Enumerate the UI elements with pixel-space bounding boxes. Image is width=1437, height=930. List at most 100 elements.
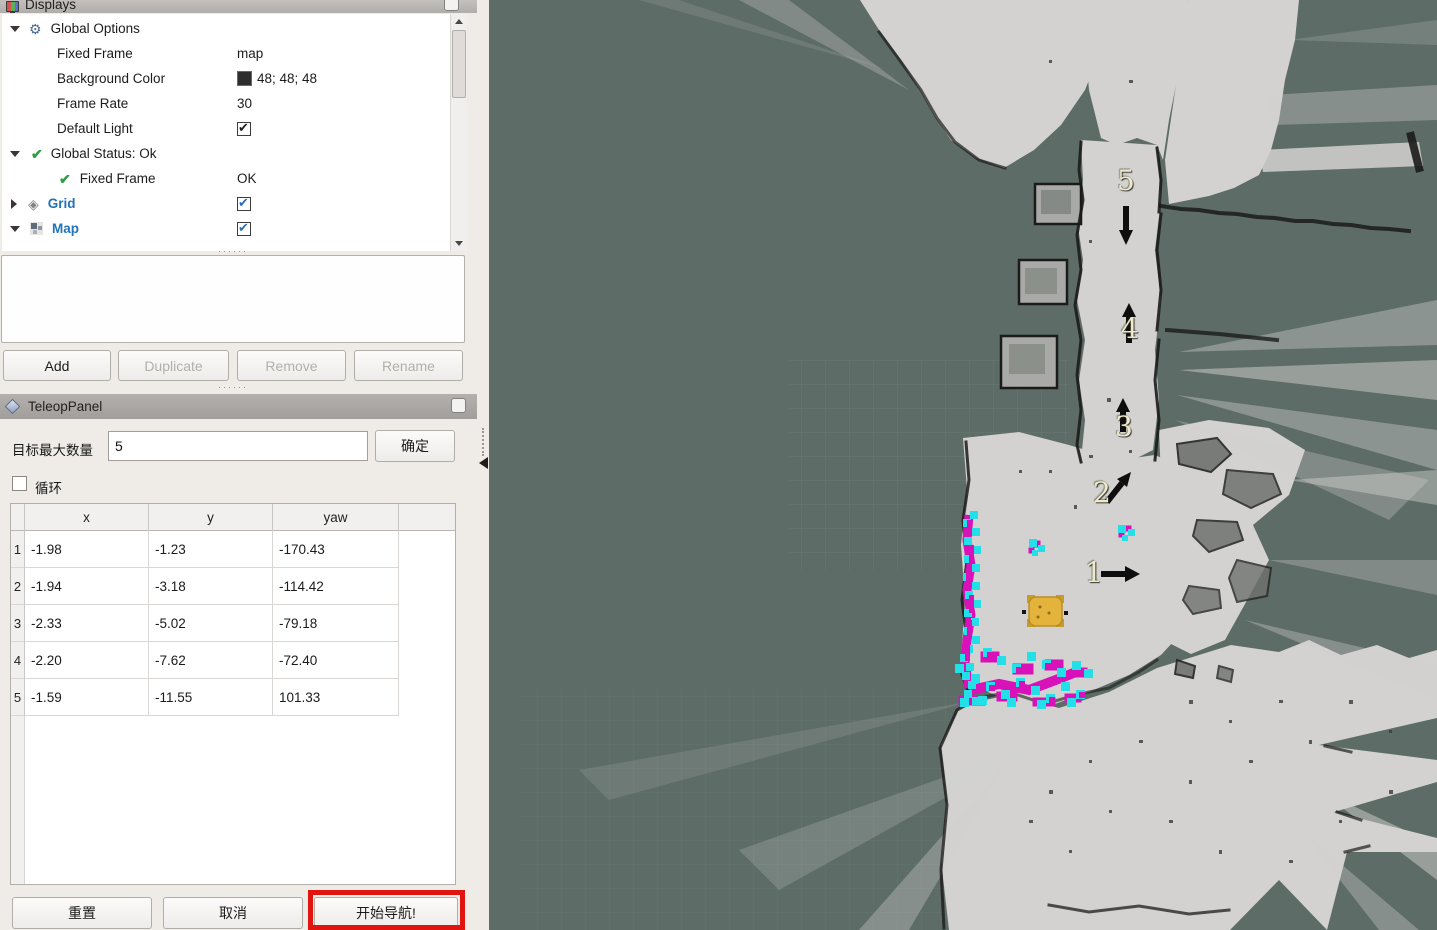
fixed-frame-status-value: OK xyxy=(237,166,257,191)
tree-row-global-options[interactable]: ⚙ Global Options xyxy=(2,16,449,41)
waypoint-3-label: 3 xyxy=(1115,410,1133,443)
left-dock: Displays ⚙ Global Options Fixed Frame ma… xyxy=(0,0,477,930)
cell-x[interactable]: -1.98 xyxy=(25,531,149,568)
displays-float-button[interactable] xyxy=(444,0,459,11)
robot-marker xyxy=(1022,595,1068,627)
cancel-button[interactable]: 取消 xyxy=(163,897,303,929)
tree-scrollbar[interactable] xyxy=(450,14,467,251)
displays-panel-titlebar[interactable]: Displays xyxy=(0,0,477,13)
row-number[interactable]: 4 xyxy=(11,642,25,679)
corner-header[interactable] xyxy=(11,504,25,531)
tree-row-fixed-frame-status[interactable]: ✔ Fixed Frame OK xyxy=(2,166,449,191)
collapse-arrow-icon[interactable] xyxy=(11,199,17,209)
status-ok-icon: ✔ xyxy=(59,172,71,186)
grid-icon: ◈ xyxy=(28,197,39,211)
tree-label: Grid xyxy=(48,196,76,211)
displays-icon xyxy=(6,1,19,12)
waypoint-table[interactable]: x y yaw 1 -1.98 -1.23 -170.43 2 -1.94 -3… xyxy=(10,503,456,885)
rename-button[interactable]: Rename xyxy=(354,350,463,381)
teleop-panel-titlebar[interactable]: TeleopPanel xyxy=(0,394,477,419)
teleop-panel-icon xyxy=(5,399,21,415)
tree-row-frame-rate[interactable]: Frame Rate 30 xyxy=(2,91,449,116)
tree-row-default-light[interactable]: Default Light xyxy=(2,116,449,141)
cell-yaw[interactable]: -72.40 xyxy=(273,642,399,679)
tree-label: Fixed Frame xyxy=(57,46,133,61)
scroll-down-icon[interactable] xyxy=(451,236,467,251)
tree-label: Frame Rate xyxy=(57,96,128,111)
cell-y[interactable]: -5.02 xyxy=(149,605,273,642)
cell-y[interactable]: -11.55 xyxy=(149,679,273,716)
loop-checkbox[interactable] xyxy=(12,476,27,491)
reset-button[interactable]: 重置 xyxy=(12,897,152,929)
header-y[interactable]: y xyxy=(149,504,273,531)
tree-label: Global Options xyxy=(51,21,140,36)
cell-x[interactable]: -1.94 xyxy=(25,568,149,605)
tree-row-map[interactable]: Map xyxy=(2,216,449,241)
cell-yaw[interactable]: -170.43 xyxy=(273,531,399,568)
start-navigation-button[interactable]: 开始导航! xyxy=(314,897,458,929)
tree-row-fixed-frame[interactable]: Fixed Frame map xyxy=(2,41,449,66)
cell-yaw[interactable]: 101.33 xyxy=(273,679,399,716)
waypoint-1-label: 1 xyxy=(1085,556,1103,589)
collapse-arrow-icon[interactable] xyxy=(479,457,488,469)
frame-rate-value[interactable]: 30 xyxy=(237,91,252,116)
tree-row-global-status[interactable]: ✔ Global Status: Ok xyxy=(2,141,449,166)
duplicate-button[interactable]: Duplicate xyxy=(118,350,229,381)
header-x[interactable]: x xyxy=(25,504,149,531)
displays-tree[interactable]: ⚙ Global Options Fixed Frame map Backgro… xyxy=(2,14,467,251)
waypoint-2-label: 2 xyxy=(1093,476,1111,509)
expand-arrow-icon[interactable] xyxy=(10,26,20,32)
rviz-window: Displays ⚙ Global Options Fixed Frame ma… xyxy=(0,0,1437,930)
default-light-checkbox[interactable] xyxy=(237,122,251,136)
fixed-frame-value[interactable]: map xyxy=(237,41,263,66)
cell-y[interactable]: -7.62 xyxy=(149,642,273,679)
tree-label: Background Color xyxy=(57,71,165,86)
row-number[interactable]: 5 xyxy=(11,679,25,716)
map-checkbox[interactable] xyxy=(237,222,251,236)
status-ok-icon: ✔ xyxy=(31,147,43,161)
scrollbar-thumb[interactable] xyxy=(452,30,466,98)
cell-yaw[interactable]: -79.18 xyxy=(273,605,399,642)
table-row[interactable]: 2 -1.94 -3.18 -114.42 xyxy=(11,568,455,605)
header-fill xyxy=(399,504,455,531)
gear-icon: ⚙ xyxy=(29,22,42,36)
tree-row-grid[interactable]: ◈ Grid xyxy=(2,191,449,216)
max-goals-label: 目标最大数量 xyxy=(12,439,93,459)
teleop-panel-title: TeleopPanel xyxy=(28,399,102,414)
table-row[interactable]: 4 -2.20 -7.62 -72.40 xyxy=(11,642,455,679)
cell-x[interactable]: -2.20 xyxy=(25,642,149,679)
confirm-button[interactable]: 确定 xyxy=(375,430,455,462)
table-header-row: x y yaw xyxy=(11,504,455,531)
map-icon xyxy=(30,222,43,235)
expand-arrow-icon[interactable] xyxy=(10,226,20,232)
displays-panel-title: Displays xyxy=(25,0,76,12)
display-description-box xyxy=(1,255,465,343)
max-goals-input[interactable] xyxy=(108,431,368,461)
cell-x[interactable]: -2.33 xyxy=(25,605,149,642)
tree-label: Default Light xyxy=(57,121,133,136)
cell-y[interactable]: -1.23 xyxy=(149,531,273,568)
table-row[interactable]: 5 -1.59 -11.55 101.33 xyxy=(11,679,455,716)
cell-x[interactable]: -1.59 xyxy=(25,679,149,716)
row-number[interactable]: 1 xyxy=(11,531,25,568)
tree-row-background-color[interactable]: Background Color 48; 48; 48 xyxy=(2,66,449,91)
expand-arrow-icon[interactable] xyxy=(10,151,20,157)
loop-label: 循环 xyxy=(35,477,62,497)
table-row[interactable]: 1 -1.98 -1.23 -170.43 xyxy=(11,531,455,568)
dock-splitter[interactable] xyxy=(477,0,489,930)
background-color-value[interactable]: 48; 48; 48 xyxy=(237,66,317,91)
row-number[interactable]: 2 xyxy=(11,568,25,605)
grid-checkbox[interactable] xyxy=(237,197,251,211)
header-yaw[interactable]: yaw xyxy=(273,504,399,531)
add-button[interactable]: Add xyxy=(3,350,111,381)
cell-yaw[interactable]: -114.42 xyxy=(273,568,399,605)
cell-y[interactable]: -3.18 xyxy=(149,568,273,605)
scroll-up-icon[interactable] xyxy=(451,14,467,29)
remove-button[interactable]: Remove xyxy=(237,350,346,381)
splitter-handle[interactable]: ······ xyxy=(218,382,248,392)
row-number[interactable]: 3 xyxy=(11,605,25,642)
map-viewport[interactable]: 1 2 3 4 5 xyxy=(489,0,1437,930)
color-swatch xyxy=(237,71,252,86)
teleop-float-button[interactable] xyxy=(451,398,466,413)
table-row[interactable]: 3 -2.33 -5.02 -79.18 xyxy=(11,605,455,642)
